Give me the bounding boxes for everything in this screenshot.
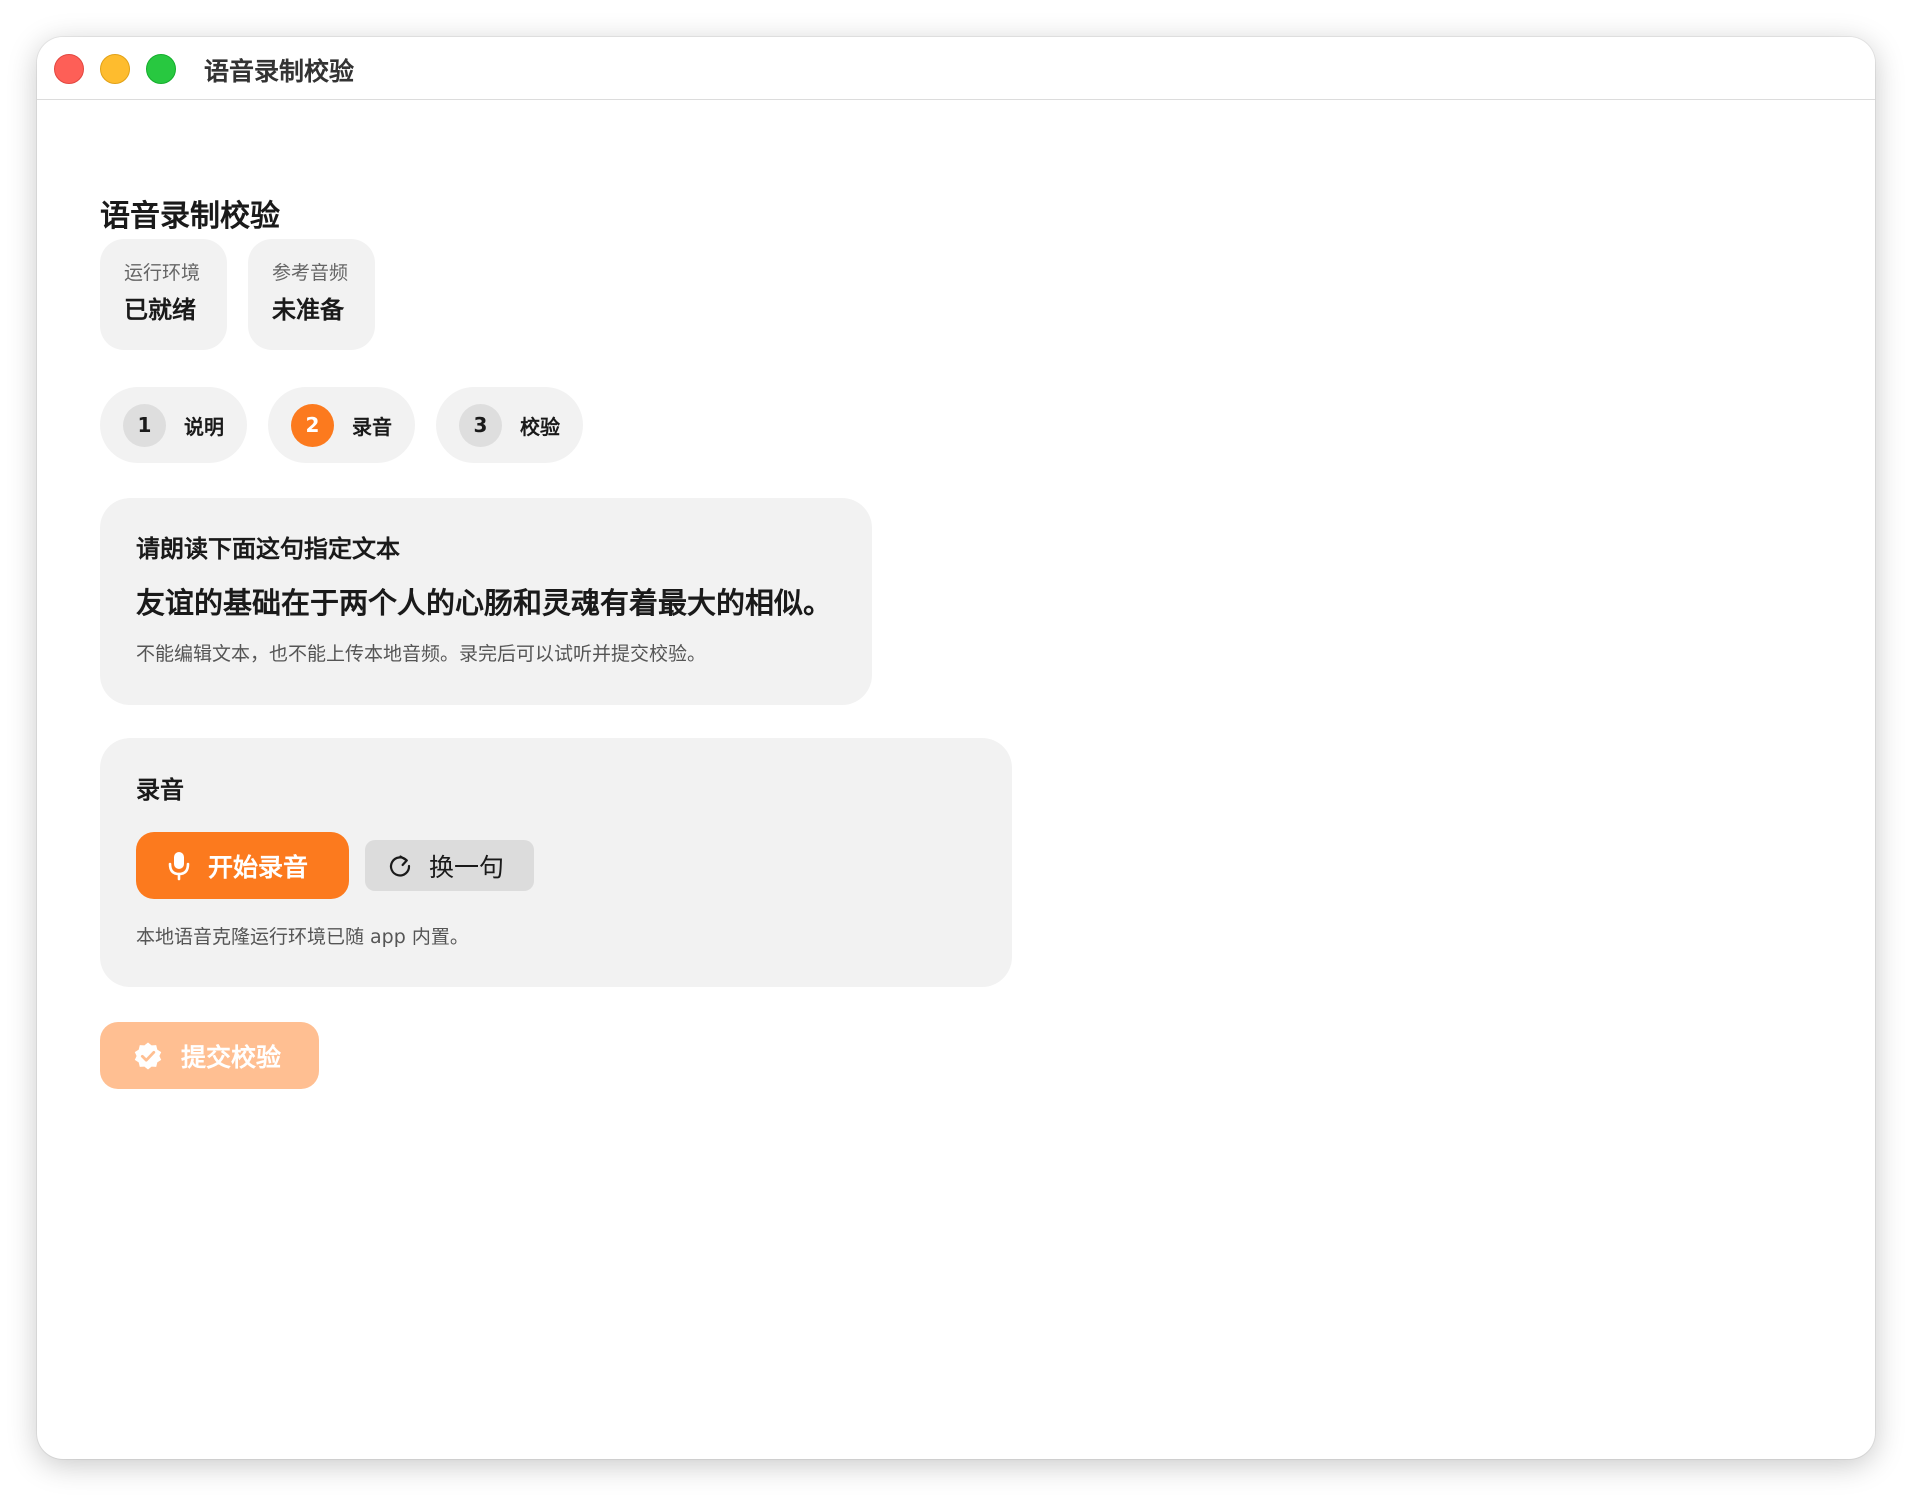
- title-bar: 语音录制校验: [37, 37, 1875, 100]
- step-verification[interactable]: 3 校验: [436, 387, 583, 463]
- page-title: 语音录制校验: [100, 199, 280, 234]
- submit-verification-label: 提交校验: [181, 1042, 282, 1072]
- step-number: 1: [123, 403, 166, 447]
- change-sentence-label: 换一句: [429, 852, 505, 882]
- recording-heading: 录音: [136, 776, 184, 804]
- step-recording[interactable]: 2 录音: [268, 387, 415, 463]
- status-label: 参考音频: [272, 262, 349, 284]
- verified-check-icon: [133, 1041, 163, 1071]
- step-number: 2: [291, 403, 334, 447]
- minimize-window-button[interactable]: [100, 54, 130, 84]
- status-value: 未准备: [272, 296, 344, 324]
- step-label: 录音: [352, 414, 392, 439]
- start-recording-button[interactable]: 开始录音: [136, 832, 349, 899]
- recording-panel: 录音 开始录音 换一句 本地语音克隆运行环境已随 app 内置。: [100, 738, 1012, 987]
- prompt-panel: 请朗读下面这句指定文本 友谊的基础在于两个人的心肠和灵魂有着最大的相似。 不能编…: [100, 498, 872, 705]
- recording-note: 本地语音克隆运行环境已随 app 内置。: [136, 926, 469, 948]
- microphone-icon: [168, 851, 190, 881]
- maximize-window-button[interactable]: [146, 54, 176, 84]
- step-number: 3: [459, 403, 502, 447]
- status-label: 运行环境: [124, 262, 201, 284]
- prompt-heading: 请朗读下面这句指定文本: [136, 535, 400, 563]
- close-window-button[interactable]: [54, 54, 84, 84]
- prompt-sentence: 友谊的基础在于两个人的心肠和灵魂有着最大的相似。: [136, 586, 833, 620]
- status-card-runtime: 运行环境 已就绪: [100, 239, 227, 350]
- step-label: 说明: [184, 414, 224, 439]
- step-instructions[interactable]: 1 说明: [100, 387, 247, 463]
- start-recording-label: 开始录音: [208, 852, 309, 882]
- status-value: 已就绪: [124, 296, 196, 324]
- app-window: 语音录制校验 语音录制校验 运行环境 已就绪 参考音频 未准备 1 说明 2 录…: [37, 37, 1875, 1459]
- window-title: 语音录制校验: [204, 57, 355, 86]
- refresh-icon: [387, 853, 413, 879]
- status-card-reference-audio: 参考音频 未准备: [248, 239, 375, 350]
- prompt-note: 不能编辑文本，也不能上传本地音频。录完后可以试听并提交校验。: [136, 643, 707, 665]
- submit-verification-button[interactable]: 提交校验: [100, 1022, 319, 1089]
- step-label: 校验: [520, 414, 560, 439]
- change-sentence-button[interactable]: 换一句: [365, 840, 534, 891]
